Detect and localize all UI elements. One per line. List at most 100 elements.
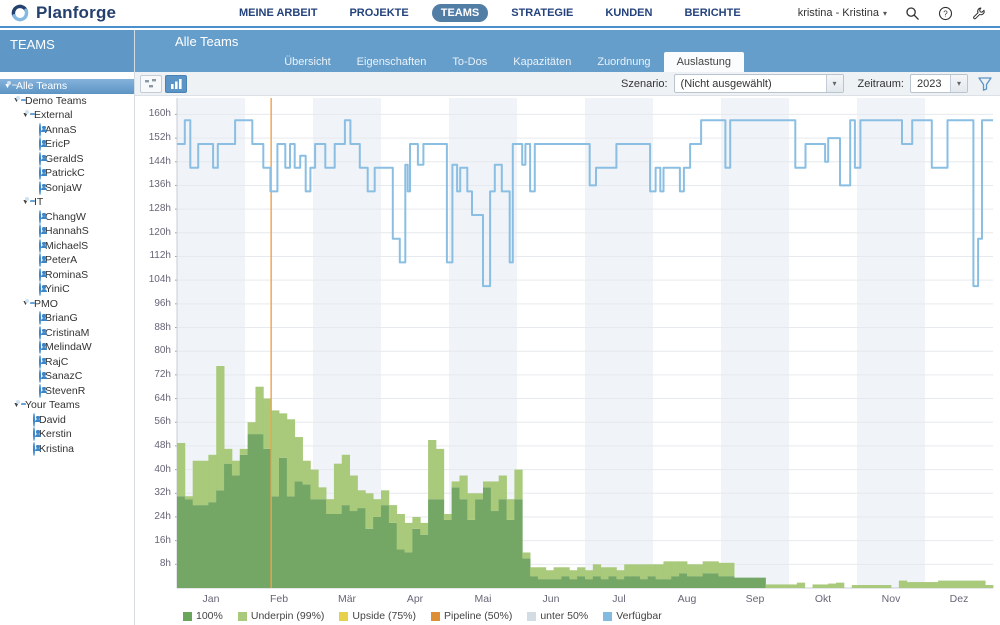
tree-row[interactable]: MelindaW [0,340,134,355]
user-avatar-icon [39,384,41,398]
bar-chart-view-toggle-button[interactable] [165,75,187,93]
zeitraum-value: 2023 [911,78,950,90]
tree-node-label: StevenR [45,385,85,397]
tree-row[interactable]: SonjaW [0,181,134,196]
tree-row[interactable]: Kristina [0,442,134,457]
tab[interactable]: To-Dos [439,52,500,72]
zeitraum-label: Zeitraum: [858,78,904,90]
tab[interactable]: Übersicht [271,52,343,72]
tree-view-icon [145,79,157,89]
chart-toolbar: Szenario: (Nicht ausgewählt) ▾ Zeitraum:… [135,72,1000,96]
tree-row[interactable]: BrianG [0,311,134,326]
y-tick-label: 96h [135,298,171,309]
nav-item[interactable]: KUNDEN [596,4,661,22]
tree-row[interactable]: PeterA [0,253,134,268]
tree-node-icon [39,211,41,223]
nav-item[interactable]: BERICHTE [675,4,749,22]
tree-row[interactable]: ▼ Alle Teams [0,79,134,94]
tab[interactable]: Eigenschaften [344,52,440,72]
tree-row[interactable]: ▼ PMO [0,297,134,312]
tree-row[interactable]: StevenR [0,384,134,399]
nav-item[interactable]: PROJEKTE [340,4,417,22]
y-tick-label: 88h [135,322,171,333]
tree-row[interactable]: ▼ Your Teams [0,398,134,413]
tab[interactable]: Auslastung [664,52,744,72]
tree-row[interactable]: GeraldS [0,152,134,167]
user-avatar-icon [39,123,41,137]
tree-row[interactable]: RominaS [0,268,134,283]
legend-item: unter 50% [527,610,588,622]
svg-text:Jan: Jan [203,593,220,605]
tree-row[interactable]: ▼ Demo Teams [0,94,134,109]
tree-row[interactable]: MichaelS [0,239,134,254]
tree-row[interactable]: AnnaS [0,123,134,138]
search-icon[interactable] [905,6,920,21]
y-tick-label: 16h [135,535,171,546]
legend-swatch [431,612,440,621]
tree-node-icon [39,269,41,281]
tree-row[interactable]: PatrickC [0,166,134,181]
y-tick-label: 24h [135,511,171,522]
user-avatar-icon [39,340,41,354]
help-icon[interactable]: ? [938,6,953,21]
legend-swatch [339,612,348,621]
dropdown-arrow-icon[interactable]: ▾ [826,75,843,92]
y-tick-label: 64h [135,393,171,404]
tree-node-icon [39,138,41,150]
svg-text:Jul: Jul [612,593,625,605]
tree-node-label: EricP [45,138,70,150]
svg-text:Okt: Okt [815,593,831,605]
legend-item: Underpin (99%) [238,610,325,622]
user-name: kristina - Kristina [798,7,879,19]
tree-node-icon [39,254,41,266]
legend-item: 100% [183,610,223,622]
nav-item[interactable]: MEINE ARBEIT [230,4,326,22]
tree-node-label: HannahS [45,225,89,237]
filter-funnel-icon[interactable] [978,77,992,91]
bar-chart-icon [171,79,182,89]
tree-node-icon [39,327,41,339]
tree-row[interactable]: CristinaM [0,326,134,341]
tree-node-icon [39,153,41,165]
tab[interactable]: Kapazitäten [500,52,584,72]
user-avatar-icon [39,326,41,340]
tree-node-icon [39,283,41,295]
tree-row[interactable]: David [0,413,134,428]
y-tick-label: 152h [135,132,171,143]
tree-row[interactable]: ChangW [0,210,134,225]
user-avatar-icon [39,181,41,195]
admin-wrench-icon[interactable] [971,6,986,21]
svg-text:Feb: Feb [270,593,288,605]
tree-row[interactable]: SanazC [0,369,134,384]
legend-label: Pipeline (50%) [444,610,512,622]
zeitraum-select[interactable]: 2023 ▾ [910,74,968,93]
tree-node-label: PeterA [45,254,77,266]
user-avatar-icon [33,413,35,427]
utilization-chart-area: 8h16h24h32h40h48h56h64h72h80h88h96h104h1… [135,96,1000,625]
tree-node-icon [39,312,41,324]
tree-node-icon [33,443,35,455]
svg-text:Mär: Mär [338,593,357,605]
teams-sidebar: TEAMS ▼ Alle Teams ▼ Demo Teams ▼ Extern… [0,30,135,625]
tree-row[interactable]: EricP [0,137,134,152]
tree-node-icon [39,167,41,179]
dropdown-arrow-icon[interactable]: ▾ [950,75,967,92]
tab[interactable]: Zuordnung [584,52,663,72]
app-logo[interactable]: Planforge [0,3,230,23]
tree-view-toggle-button[interactable] [140,75,162,93]
tree-row[interactable]: HannahS [0,224,134,239]
nav-item[interactable]: TEAMS [432,4,489,22]
szenario-label: Szenario: [621,78,667,90]
nav-item[interactable]: STRATEGIE [502,4,582,22]
tree-row[interactable]: Kerstin [0,427,134,442]
top-navbar: Planforge MEINE ARBEIT PROJEKTE TEAMS STRAT… [0,0,1000,28]
y-tick-label: 32h [135,487,171,498]
tree-node-label: AnnaS [45,124,77,136]
tree-row[interactable]: RajC [0,355,134,370]
tree-row[interactable]: ▼ External [0,108,134,123]
tree-row[interactable]: YiniC [0,282,134,297]
tree-row[interactable]: ▼ IT [0,195,134,210]
tab-bar: ÜbersichtEigenschaftenTo-DosKapazitätenZ… [135,52,1000,72]
user-menu[interactable]: kristina - Kristina ▾ [798,7,887,19]
szenario-select[interactable]: (Nicht ausgewählt) ▾ [674,74,844,93]
